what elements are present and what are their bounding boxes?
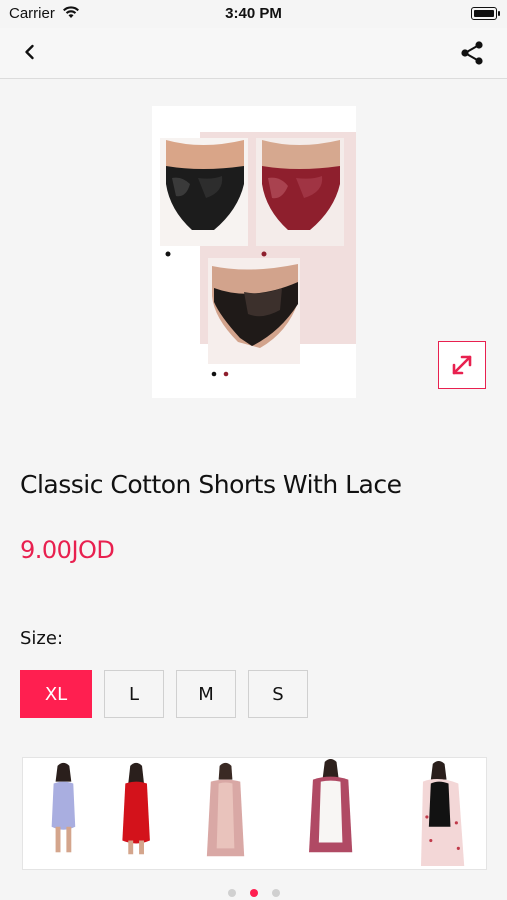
page-dot[interactable]: [271, 889, 280, 897]
page-dot-active[interactable]: [249, 889, 258, 897]
battery-icon: [471, 7, 500, 20]
expand-image-button[interactable]: [438, 341, 486, 389]
page-dot[interactable]: [227, 889, 236, 897]
clock: 3:40 PM: [225, 5, 282, 22]
share-icon[interactable]: [459, 40, 485, 66]
size-option-xl[interactable]: XL: [20, 670, 92, 718]
product-price: 9.00JOD: [20, 536, 115, 564]
carousel-page-indicator: [0, 889, 507, 897]
product-title: Classic Cotton Shorts With Lace: [20, 470, 402, 499]
size-selector: XL L M S: [20, 670, 308, 718]
size-option-l[interactable]: L: [104, 670, 164, 718]
size-label: Size:: [20, 628, 64, 649]
back-chevron-icon[interactable]: [18, 40, 42, 64]
size-option-s[interactable]: S: [248, 670, 308, 718]
expand-arrows-icon: [452, 355, 472, 375]
status-bar: Carrier 3:40 PM: [0, 0, 507, 28]
product-image[interactable]: [152, 106, 356, 398]
promo-banner-image[interactable]: [22, 757, 487, 870]
nav-bar: [0, 28, 507, 79]
size-option-m[interactable]: M: [176, 670, 236, 718]
